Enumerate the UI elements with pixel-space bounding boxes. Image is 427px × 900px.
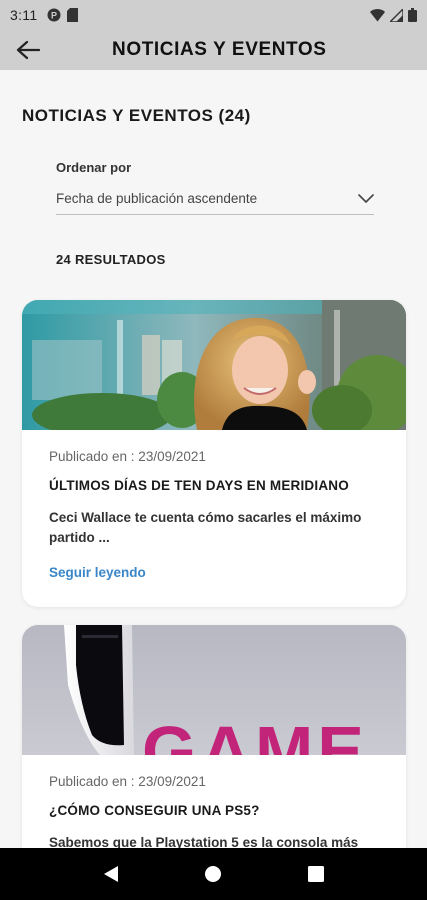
banner-text: GAME <box>142 712 368 755</box>
status-bar: 3:11 P <box>0 0 427 30</box>
nav-recents-button[interactable] <box>296 854 336 894</box>
wifi-icon <box>370 8 385 21</box>
nav-home-button[interactable] <box>193 854 233 894</box>
main-content[interactable]: NOTICIAS Y EVENTOS (24) Ordenar por Fech… <box>0 70 427 848</box>
card-body: Publicado en : 23/09/2021 ÚLTIMOS DÍAS D… <box>22 430 406 582</box>
nav-back-button[interactable] <box>91 854 131 894</box>
arrow-left-icon <box>16 40 40 60</box>
card-summary: Ceci Wallace te cuenta cómo sacarles el … <box>49 510 362 545</box>
results-count: 24 RESULTADOS <box>56 252 166 267</box>
app-title: NOTICIAS Y EVENTOS <box>112 39 327 60</box>
card-body: Publicado en : 23/09/2021 ¿CÓMO CONSEGUI… <box>22 755 406 848</box>
system-icons <box>370 8 417 22</box>
app-bar: NOTICIAS Y EVENTOS <box>0 30 427 70</box>
news-image[interactable]: GAME <box>22 625 406 755</box>
chevron-down-icon <box>358 193 374 203</box>
news-photo <box>22 300 406 430</box>
news-card[interactable]: GAME Publicado en : 23/09/2021 ¿CÓMO CON… <box>22 625 406 848</box>
system-nav-bar <box>0 848 427 900</box>
triangle-back-icon <box>104 866 119 882</box>
news-photo: GAME <box>22 625 406 755</box>
news-card[interactable]: Publicado en : 23/09/2021 ÚLTIMOS DÍAS D… <box>22 300 406 607</box>
card-date: Publicado en : 23/09/2021 <box>49 449 206 464</box>
card-summary: Sabemos que la Playstation 5 es la conso… <box>49 835 359 848</box>
svg-text:P: P <box>51 11 57 21</box>
sort-selected-value: Fecha de publicación ascendente <box>56 191 258 206</box>
sort-dropdown[interactable]: Fecha de publicación ascendente <box>56 183 374 215</box>
status-time: 3:11 <box>10 7 38 23</box>
app-notification-icon: P <box>47 8 61 22</box>
signal-icon <box>390 8 403 22</box>
sort-label: Ordenar por <box>56 160 132 175</box>
page-title: NOTICIAS Y EVENTOS (24) <box>22 106 251 125</box>
card-title: ÚLTIMOS DÍAS DE TEN DAYS EN MERIDIANO <box>49 478 349 493</box>
back-button[interactable] <box>0 30 56 70</box>
read-more-link[interactable]: Seguir leyendo <box>49 565 146 580</box>
card-date: Publicado en : 23/09/2021 <box>49 774 206 789</box>
battery-icon <box>408 8 417 22</box>
sd-card-icon <box>67 8 79 22</box>
square-recents-icon <box>307 866 324 882</box>
circle-home-icon <box>205 866 222 882</box>
news-image[interactable] <box>22 300 406 430</box>
notification-icons: P <box>47 8 79 22</box>
card-title: ¿CÓMO CONSEGUIR UNA PS5? <box>49 803 260 818</box>
